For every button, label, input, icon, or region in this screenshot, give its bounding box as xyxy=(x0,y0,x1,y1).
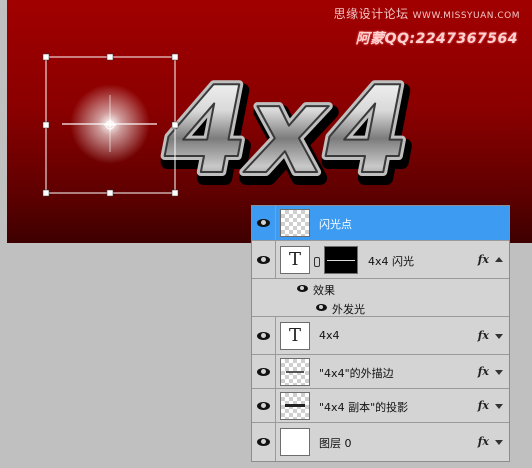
fx-icon[interactable]: fx xyxy=(478,399,489,412)
eye-icon xyxy=(257,368,270,376)
fx-icon[interactable]: fx xyxy=(478,365,489,378)
effect-name: 外发光 xyxy=(332,303,365,316)
effects-row[interactable]: 效果 xyxy=(252,279,509,299)
chain-link-icon xyxy=(314,257,320,267)
layer-row-4x4[interactable]: T 4x4 fx xyxy=(252,317,509,355)
effects-eye-icon[interactable] xyxy=(297,285,308,292)
layer-thumbnail xyxy=(280,428,310,456)
watermark-author: 阿蒙QQ:2247367564 xyxy=(355,31,518,47)
effects-header: 效果 xyxy=(313,284,335,297)
layer-name[interactable]: "4x4 副本"的投影 xyxy=(319,399,408,415)
layer-thumbnail xyxy=(280,392,310,420)
visibility-toggle[interactable] xyxy=(252,206,276,240)
layer-name[interactable]: 闪光点 xyxy=(319,216,352,232)
expand-arrow-icon[interactable] xyxy=(495,440,503,445)
fx-icon[interactable]: fx xyxy=(478,435,489,448)
layer-name[interactable]: 4x4 闪光 xyxy=(368,253,414,269)
fx-icon[interactable]: fx xyxy=(478,329,489,342)
expand-arrow-icon[interactable] xyxy=(495,404,503,409)
expand-arrow-icon[interactable] xyxy=(495,370,503,375)
text-layer-thumbnail: T xyxy=(280,246,310,274)
eye-icon xyxy=(257,219,270,227)
layer-row-background[interactable]: 图层 0 fx xyxy=(252,423,509,461)
fx-icon[interactable]: fx xyxy=(478,253,489,266)
layer-name[interactable]: 图层 0 xyxy=(319,435,352,451)
eye-icon xyxy=(257,438,270,446)
eye-icon xyxy=(257,256,270,264)
visibility-toggle[interactable] xyxy=(252,317,276,354)
layer-name[interactable]: 4x4 xyxy=(319,329,340,342)
layer-thumbnail xyxy=(280,358,310,386)
layer-name[interactable]: "4x4"的外描边 xyxy=(319,365,394,381)
artwork-text-face: 4x4 xyxy=(164,62,409,201)
effect-item-outer-glow[interactable]: 外发光 xyxy=(252,299,509,317)
effect-eye-icon[interactable] xyxy=(316,304,327,311)
eye-icon xyxy=(257,402,270,410)
mask-thumbnail[interactable] xyxy=(324,246,358,274)
layer-row-sparkle[interactable]: 闪光点 xyxy=(252,206,509,241)
text-layer-thumbnail: T xyxy=(280,322,310,350)
layer-row-outer-stroke[interactable]: "4x4"的外描边 fx xyxy=(252,355,509,389)
collapse-arrow-icon[interactable] xyxy=(495,257,503,262)
transform-box xyxy=(42,53,179,197)
eye-icon xyxy=(257,332,270,340)
visibility-toggle[interactable] xyxy=(252,389,276,422)
layer-thumbnail xyxy=(280,209,310,237)
layer-row-4x4-shine[interactable]: T 4x4 闪光 fx xyxy=(252,241,509,279)
watermark-site: 思缘设计论坛 WWW.MISSYUAN.COM xyxy=(333,7,520,21)
expand-arrow-icon[interactable] xyxy=(495,334,503,339)
visibility-toggle[interactable] xyxy=(252,241,276,278)
layers-panel: 闪光点 T 4x4 闪光 fx 效果 外发光 T 4x4 fx "4x4"的外描… xyxy=(251,205,510,462)
layer-row-drop-shadow[interactable]: "4x4 副本"的投影 fx xyxy=(252,389,509,423)
visibility-toggle[interactable] xyxy=(252,355,276,388)
visibility-toggle[interactable] xyxy=(252,423,276,461)
